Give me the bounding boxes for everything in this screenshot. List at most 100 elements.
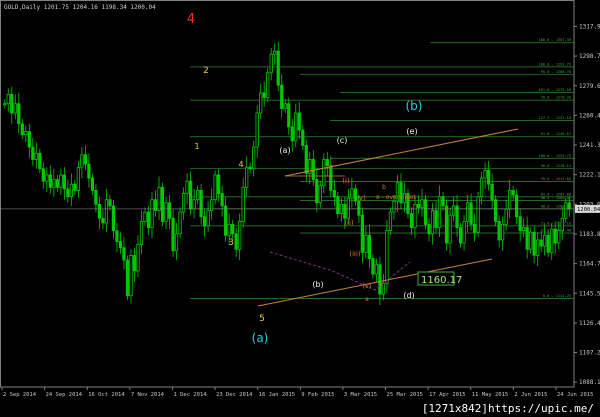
wave-label: (a)	[252, 331, 269, 345]
candle-body	[87, 163, 91, 179]
wave-dashed-path	[269, 251, 411, 291]
fib-level-label: 0.0 - 1142.25	[543, 294, 571, 298]
candle-body	[388, 211, 393, 232]
candle-body	[59, 174, 63, 188]
candle-body	[515, 194, 519, 218]
candle-body	[525, 227, 529, 250]
candle-body	[508, 190, 512, 210]
candle-body	[543, 234, 547, 247]
fib-level-label: 61.8 - 1246.67	[541, 132, 571, 136]
candle-body	[139, 220, 144, 245]
candle-body	[371, 258, 375, 275]
candle-body	[346, 197, 350, 219]
wave-label: 4	[187, 12, 195, 27]
y-tick-label: 1260.45	[579, 112, 600, 119]
candle-body	[94, 190, 98, 205]
wave-label: (c)	[337, 136, 348, 145]
chart-title: GOLD,Daily 1201.75 1204.16 1198.34 1200.…	[4, 4, 156, 11]
candle-body	[259, 92, 263, 114]
candle-body	[420, 199, 424, 208]
candle-body	[343, 203, 347, 219]
wave-label: (b)	[312, 280, 323, 289]
candle-body	[444, 205, 449, 244]
candle-body	[231, 224, 235, 235]
wave-label: 5	[259, 314, 265, 324]
candle-body	[276, 50, 280, 86]
fib-level-label: 78.6 - 1270.33	[541, 96, 571, 100]
candle-body	[3, 103, 7, 106]
candle-body	[423, 199, 428, 225]
x-tick-label: 16 Jan 2015	[259, 392, 295, 398]
candle-body	[336, 196, 340, 215]
candle-body	[490, 183, 494, 201]
candle-body	[497, 220, 501, 241]
candle-body	[234, 233, 238, 250]
candle-body	[486, 169, 491, 185]
candle-body	[546, 234, 550, 253]
wave-label: (ii)	[344, 219, 354, 227]
candle-body	[262, 92, 266, 98]
candle-body	[532, 231, 536, 256]
candle-body	[476, 196, 480, 233]
candle-body	[45, 174, 49, 182]
x-tick-label: 24 Jun 2015	[557, 392, 593, 398]
upper-trendline	[284, 128, 519, 177]
candle-body	[202, 216, 207, 227]
y-tick-label: 1107.25	[579, 350, 600, 357]
candle-body	[227, 224, 231, 236]
candle-body	[472, 224, 477, 233]
candle-body	[171, 217, 175, 252]
wave-label: c	[380, 281, 383, 288]
candle-body	[287, 103, 291, 128]
candle-body	[146, 211, 151, 228]
candle-body	[83, 154, 88, 165]
candle-body	[195, 190, 200, 201]
y-tick-label: 1279.60	[579, 83, 600, 90]
fib-level-label: 100.0 - 1291.79	[539, 62, 571, 66]
y-tick-label: 1126.40	[579, 320, 600, 327]
fib-level-label: 100.0 - 1307.39	[539, 38, 571, 42]
candle-body	[329, 165, 333, 191]
candle-body	[378, 264, 382, 295]
candle-body	[550, 228, 554, 253]
price-box-label: 1160.17	[421, 275, 462, 286]
candle-body	[20, 123, 24, 136]
plot-border	[0, 0, 575, 388]
candle-body	[367, 234, 372, 259]
y-tick-label: 1241.30	[579, 142, 600, 149]
y-tick-label: 1145.55	[579, 290, 600, 297]
candle-body	[269, 53, 273, 74]
candle-body	[416, 203, 421, 208]
y-tick-label: 1222.15	[579, 172, 600, 179]
candle-body	[493, 199, 498, 222]
candle-body	[90, 177, 95, 191]
candle-body	[441, 196, 445, 207]
y-tick-label: 1088.10	[579, 379, 600, 386]
candle-body	[118, 241, 123, 249]
candle-body	[38, 152, 42, 170]
wave-label: b	[382, 184, 386, 191]
wave-label: a	[365, 296, 369, 303]
candle-body	[164, 202, 168, 222]
candle-body	[553, 228, 557, 244]
wave-label: e - overshoot	[376, 194, 416, 201]
y-tick-label: 1337.05	[579, 0, 600, 1]
wave-label: (iii)	[349, 250, 361, 258]
price-chart[interactable]: GOLD,Daily 1201.75 1204.16 1198.34 1200.…	[0, 0, 600, 417]
candle-body	[325, 159, 329, 167]
candle-body	[52, 179, 56, 188]
candle-body	[48, 174, 52, 188]
candle-body	[220, 193, 224, 207]
candle-body	[111, 205, 116, 232]
candle-body	[13, 103, 17, 114]
watermark: [1271x842]https://upic.me/	[417, 402, 598, 416]
candle-body	[192, 199, 196, 210]
x-tick-label: 1 Dec 2014	[173, 392, 207, 398]
candle-body	[206, 210, 210, 227]
x-tick-label: 23 Dec 2014	[216, 392, 253, 398]
candle-body	[73, 183, 77, 191]
candle-body	[280, 84, 284, 109]
fib-level-label: 127.2 - 1257.18	[539, 116, 571, 120]
candle-body	[465, 202, 470, 222]
candle-body	[31, 146, 35, 160]
